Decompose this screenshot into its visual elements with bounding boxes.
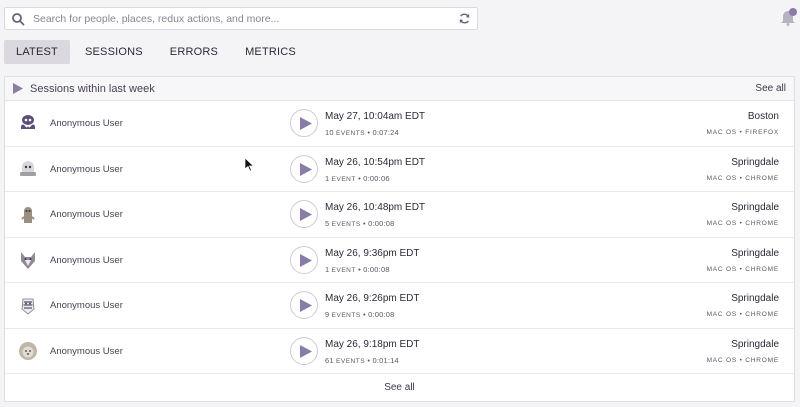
- user-name[interactable]: Anonymous User: [50, 209, 123, 220]
- session-meta: 1 event • 0:00:06: [325, 174, 390, 183]
- search-input[interactable]: [33, 12, 458, 25]
- event-count: 5: [325, 219, 330, 228]
- session-device: MAC OS • CHROME: [706, 220, 779, 227]
- play-session-button[interactable]: [290, 245, 318, 274]
- session-city: Springdale: [731, 338, 779, 350]
- tab-errors[interactable]: ERRORS: [158, 40, 230, 64]
- session-duration: 0:00:06: [363, 173, 390, 183]
- play-session-button[interactable]: [290, 291, 318, 319]
- tab-sessions[interactable]: SESSIONS: [73, 40, 155, 64]
- see-all-link[interactable]: See all: [384, 382, 415, 393]
- play-icon: [300, 253, 312, 267]
- event-count-label: events: [336, 357, 366, 365]
- event-count: 10: [325, 128, 334, 137]
- session-city: Springdale: [731, 202, 779, 213]
- user-name[interactable]: Anonymous User: [50, 255, 123, 266]
- event-count: 1: [325, 173, 330, 183]
- event-count: 1: [325, 264, 330, 274]
- meta-separator: •: [367, 128, 371, 137]
- event-count-label: event: [331, 175, 356, 183]
- otter-avatar-icon: [21, 207, 35, 223]
- lion-avatar-icon: [19, 341, 37, 360]
- zebra-avatar-icon: [21, 298, 35, 315]
- session-row[interactable]: Anonymous User May 26, 9:18pm EDT 61 eve…: [5, 329, 794, 374]
- play-icon: [300, 208, 312, 221]
- event-count-label: events: [331, 312, 361, 319]
- session-meta: 61 events • 0:01:14: [325, 356, 399, 365]
- meta-separator: •: [358, 264, 361, 274]
- user-name[interactable]: Anonymous User: [50, 346, 123, 357]
- event-count-label: events: [331, 221, 361, 228]
- session-duration: 0:00:08: [368, 310, 395, 319]
- play-icon: [300, 344, 312, 358]
- meta-separator: •: [362, 219, 366, 228]
- user-name[interactable]: Anonymous User: [50, 164, 123, 175]
- sessions-list: Anonymous User May 27, 10:04am EDT 10 ev…: [5, 101, 794, 374]
- event-count-label: events: [336, 130, 366, 137]
- session-meta: 10 events • 0:07:24: [325, 128, 399, 137]
- tab-latest[interactable]: LATEST: [4, 40, 70, 64]
- session-time: May 26, 10:54pm EDT: [325, 156, 426, 168]
- session-city: Springdale: [731, 247, 779, 259]
- event-count-label: event: [331, 266, 356, 274]
- session-city: Springdale: [731, 293, 779, 304]
- session-duration: 0:00:08: [363, 264, 390, 274]
- play-session-button[interactable]: [290, 154, 318, 183]
- sessions-panel-title: Sessions within last week: [30, 82, 155, 95]
- ghost-avatar-icon: [20, 160, 36, 176]
- session-device: MAC OS • CHROME: [706, 174, 779, 182]
- play-session-button[interactable]: [290, 336, 318, 365]
- session-row[interactable]: Anonymous User May 27, 10:04am EDT 10 ev…: [5, 101, 794, 147]
- tab-metrics[interactable]: METRICS: [233, 40, 308, 64]
- session-row[interactable]: Anonymous User May 26, 10:54pm EDT 1 eve…: [5, 147, 794, 192]
- session-meta: 9 events • 0:00:08: [325, 310, 395, 319]
- meta-separator: •: [362, 310, 366, 319]
- session-device: MAC OS • CHROME: [706, 356, 779, 364]
- search-icon: [12, 12, 25, 25]
- session-time: May 26, 9:36pm EDT: [325, 247, 420, 259]
- play-icon: [13, 83, 23, 94]
- user-name[interactable]: Anonymous User: [50, 300, 123, 311]
- session-row[interactable]: Anonymous User May 26, 9:36pm EDT 1 even…: [5, 238, 794, 283]
- session-device: MAC OS • CHROME: [706, 311, 779, 318]
- wolf-avatar-icon: [21, 251, 35, 269]
- session-city: Boston: [747, 111, 779, 122]
- event-count: 61: [325, 355, 334, 365]
- main-tabs: LATEST SESSIONS ERRORS METRICS: [4, 40, 311, 64]
- sessions-panel-footer: See all: [5, 374, 794, 401]
- session-time: May 26, 9:26pm EDT: [325, 293, 420, 304]
- play-icon: [300, 162, 312, 176]
- user-name[interactable]: Anonymous User: [50, 118, 123, 129]
- session-meta: 1 event • 0:00:08: [325, 265, 390, 274]
- see-all-link[interactable]: See all: [755, 83, 786, 94]
- play-icon: [300, 117, 312, 130]
- session-city: Springdale: [731, 156, 779, 168]
- refresh-icon[interactable]: [458, 12, 471, 25]
- session-duration: 0:01:14: [372, 355, 399, 365]
- play-session-button[interactable]: [290, 200, 318, 228]
- session-row[interactable]: Anonymous User May 26, 10:48pm EDT 5 eve…: [5, 192, 794, 238]
- event-count: 9: [325, 310, 330, 319]
- mouse-cursor-icon: [245, 158, 255, 172]
- meta-separator: •: [367, 355, 371, 365]
- octopus-avatar-icon: [21, 115, 35, 129]
- session-device: MAC OS • FIREFOX: [706, 129, 779, 136]
- notification-bell-icon[interactable]: [778, 7, 798, 27]
- session-meta: 5 events • 0:00:08: [325, 219, 395, 228]
- sessions-panel: Sessions within last week See all Anonym…: [4, 76, 795, 402]
- session-time: May 26, 9:18pm EDT: [325, 338, 420, 350]
- session-row[interactable]: Anonymous User May 26, 9:26pm EDT 9 even…: [5, 283, 794, 329]
- session-duration: 0:07:24: [372, 128, 399, 137]
- play-session-button[interactable]: [290, 109, 318, 137]
- session-time: May 27, 10:04am EDT: [325, 111, 426, 122]
- session-time: May 26, 10:48pm EDT: [325, 202, 426, 213]
- session-device: MAC OS • CHROME: [706, 265, 779, 273]
- sessions-panel-header: Sessions within last week See all: [5, 77, 794, 101]
- meta-separator: •: [358, 173, 361, 183]
- search-bar[interactable]: [4, 7, 478, 30]
- session-duration: 0:00:08: [368, 219, 395, 228]
- play-icon: [300, 299, 312, 312]
